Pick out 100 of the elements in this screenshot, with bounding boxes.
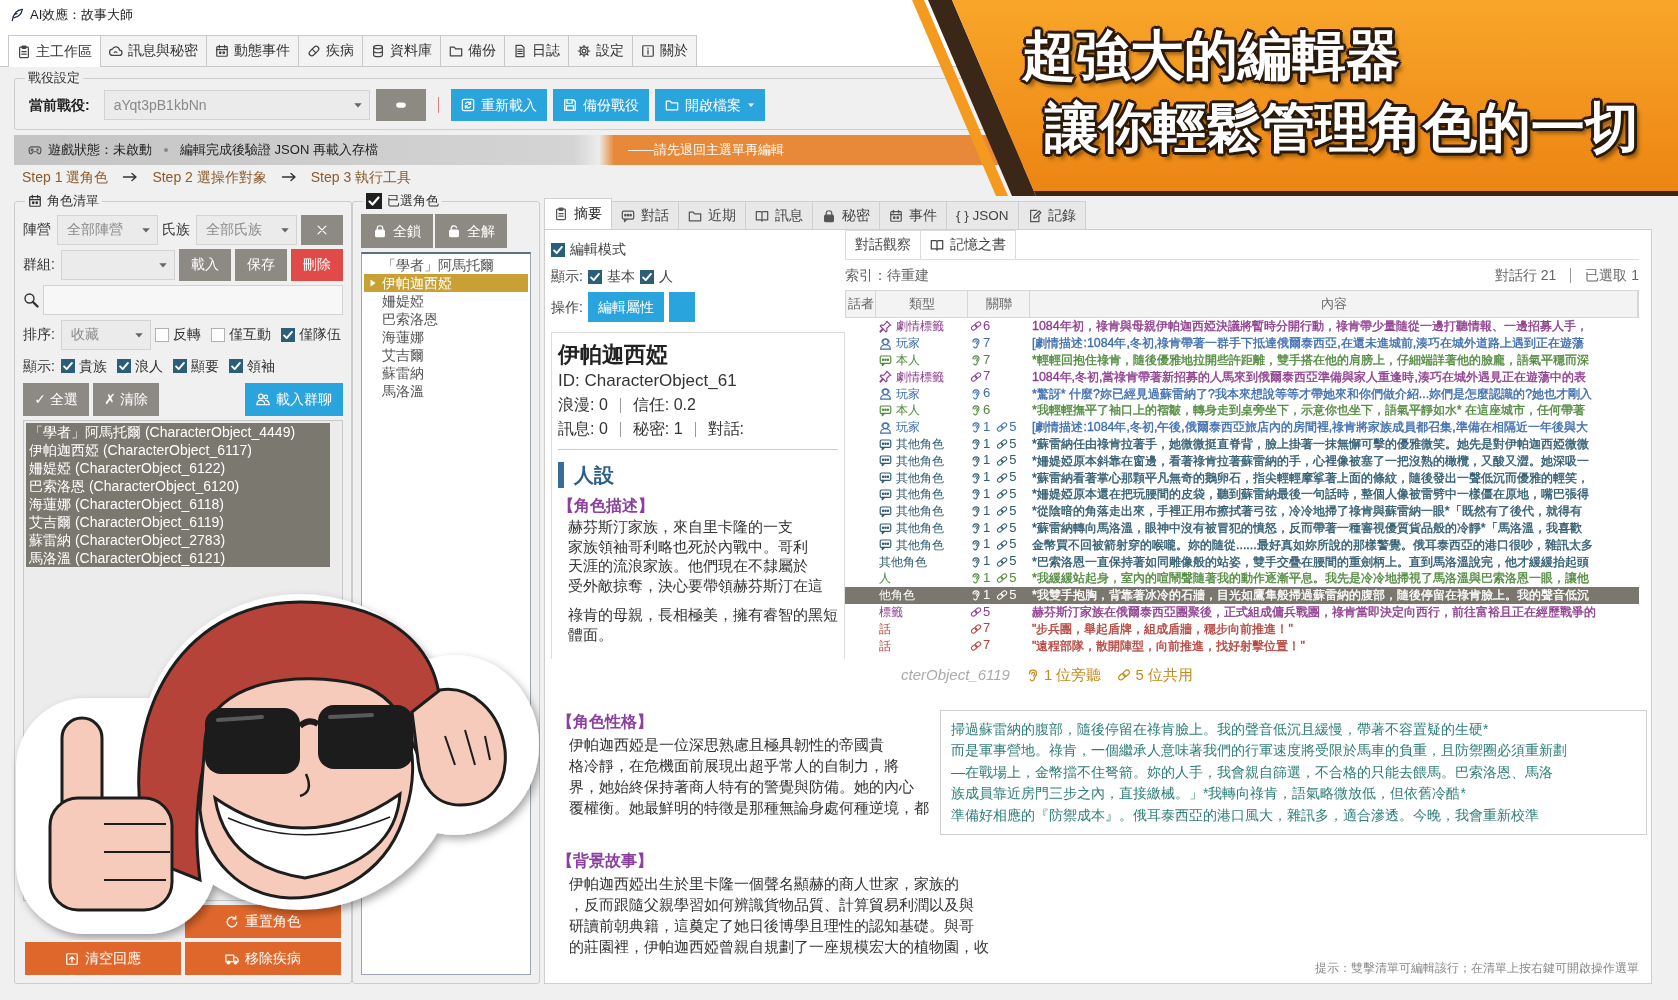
list-item[interactable]: 巴索洛恩 [364, 310, 528, 328]
list-item[interactable]: 巴索洛恩 (CharacterObject_6120) [26, 477, 330, 495]
ear-icon [970, 488, 982, 501]
speaker-text: cterObject_6119 [901, 665, 1010, 685]
status-text: 編輯完成後驗證 JSON 再載入存檔 [180, 141, 378, 159]
calendar-icon [28, 194, 42, 208]
list-item[interactable]: 艾吉爾 (CharacterObject_6119) [26, 513, 330, 531]
type-label: 其他角色 [896, 486, 944, 503]
main-tab[interactable]: 動態事件 [206, 35, 299, 66]
checkbox[interactable] [172, 359, 187, 373]
text-line: 體面。 [568, 625, 613, 645]
type-label: 他角色 [879, 587, 915, 604]
database-icon [371, 44, 385, 58]
main-tab[interactable]: 設定 [568, 35, 633, 66]
checkbox[interactable] [116, 359, 131, 373]
checkbox[interactable] [280, 327, 295, 342]
ear-icon [970, 471, 982, 484]
ear-icon [970, 387, 982, 400]
search-icon [23, 291, 39, 308]
list-item[interactable]: 姍媞婭 [364, 292, 528, 310]
list-item[interactable]: 馬洛溫 [364, 382, 528, 400]
type-label: 其他角色 [896, 452, 944, 469]
checkbox[interactable] [228, 359, 243, 373]
group-button[interactable]: 刪除 [291, 248, 343, 281]
refresh-icon [460, 98, 475, 112]
link-count: 7 [983, 637, 991, 655]
detail-tab[interactable]: 訊息 [745, 201, 813, 229]
detail-tab[interactable]: 秘密 [812, 201, 880, 229]
option-label: 編輯模式 [570, 240, 626, 259]
search-field[interactable] [43, 284, 343, 315]
link-count: 5 [1009, 418, 1017, 436]
field-label: 氏族 [162, 220, 190, 239]
upload-icon [65, 951, 79, 966]
ear-icon [970, 404, 982, 417]
section-heading: 人設 [558, 462, 614, 488]
pill-icon [307, 44, 321, 58]
checkbox[interactable] [154, 327, 169, 342]
section-title: 【背景故事】 [557, 851, 653, 872]
list-item[interactable]: 蘇雷納 (CharacterObject_2783) [26, 531, 330, 549]
detail-tab[interactable]: 事件 [879, 201, 947, 229]
checkbox[interactable] [210, 327, 225, 342]
ear-icon [970, 522, 982, 534]
checkbox[interactable] [639, 269, 654, 284]
clear-button[interactable] [301, 214, 343, 245]
main-tab[interactable]: 主工作區 [8, 35, 101, 67]
list-item[interactable]: 馬洛溫 (CharacterObject_6121) [26, 549, 330, 567]
list-item[interactable]: 「學者」阿馬托爾 [364, 256, 528, 274]
gamepad-icon [28, 143, 42, 157]
link-icon [970, 370, 982, 383]
list-item[interactable]: 艾吉爾 [364, 346, 528, 364]
dialogue-text: *姍媞婭原本還在把玩腰間的皮袋，聽到蘇雷納最後一句話時，整個人像被雷劈中一樣僵在原地，嘴巴張得 [1031, 486, 1589, 503]
main-tab[interactable]: 訊息與秘密 [100, 35, 207, 66]
chat-icon [879, 504, 892, 518]
field-label: 陣營 [23, 220, 51, 239]
list-item[interactable]: 海蓮娜 [364, 328, 528, 346]
link-icon [996, 438, 1009, 450]
list-item[interactable]: 「學者」阿馬托爾 (CharacterObject_4449) [26, 423, 330, 441]
chat-icon [879, 454, 892, 468]
link-icon [996, 505, 1009, 518]
option-label: 顯要 [190, 356, 219, 376]
list-item[interactable]: 蘇雷納 [364, 364, 528, 382]
list-item[interactable]: 海蓮娜 (CharacterObject_6118) [26, 495, 330, 513]
main-tab[interactable]: 日誌 [504, 35, 569, 66]
dialogue-text: [劇情描述:1084年,冬初,午後,俄爾泰西亞旅店內的房間裡,祿肯將家族成員都召集,準備在相隔近一年後與大 [1031, 419, 1588, 436]
checkbox[interactable] [366, 193, 382, 209]
sub-tab[interactable]: 記憶之書 [920, 230, 1016, 259]
checkbox[interactable] [60, 359, 75, 373]
detail-tab[interactable]: { } JSON [946, 201, 1019, 229]
ear-icon [970, 438, 982, 450]
dot-icon [164, 148, 168, 152]
type-label: 其他角色 [896, 503, 944, 520]
text-line: 受外敵掠奪，決心要帶領赫芬斯汀在這 [568, 576, 823, 596]
main-tab[interactable]: 疾病 [298, 35, 363, 66]
text-line: 伊帕迦西婭出生於里卡隆一個聲名顯赫的商人世家，家族的 [569, 874, 959, 895]
unlock-icon [447, 224, 461, 238]
cut-off-button[interactable] [668, 292, 695, 322]
dialogue-text: *從陰暗的角落走出來，手裡正用布擦拭著弓弦，冷冷地掃了祿肯與蘇雷納一眼*「既然有了後代，就得有 [1031, 503, 1582, 520]
link-count: 5 [1009, 485, 1017, 503]
window-title: AI效應：故事大師 [30, 6, 134, 24]
sub-tab[interactable]: 對話觀察 [845, 230, 921, 259]
main-tab[interactable]: 關於 [632, 35, 697, 66]
detail-tab[interactable]: 記錄 [1017, 201, 1086, 229]
link-icon [996, 471, 1009, 484]
checkbox[interactable] [587, 269, 602, 284]
checkbox[interactable] [551, 242, 565, 257]
type-label: 標籤 [879, 603, 903, 621]
ear-icon [970, 505, 982, 518]
main-tab[interactable]: 備份 [440, 35, 505, 66]
chat-icon [879, 521, 892, 535]
detail-tab[interactable]: 對話 [611, 201, 679, 229]
list-item[interactable]: 姍媞婭 (CharacterObject_6122) [26, 459, 330, 477]
list-item[interactable]: 伊帕迦西婭 (CharacterObject_6117) [26, 441, 330, 459]
section-title: 【角色描述】 [558, 496, 654, 516]
detail-tab[interactable]: 近期 [678, 201, 746, 229]
link-count: 5 [1009, 469, 1017, 487]
detail-tab[interactable]: 摘要 [544, 198, 612, 229]
icon-button[interactable] [375, 89, 426, 121]
ear-icon [970, 589, 982, 602]
link-count: 5 [1009, 502, 1017, 520]
main-tab[interactable]: 資料庫 [362, 35, 441, 66]
